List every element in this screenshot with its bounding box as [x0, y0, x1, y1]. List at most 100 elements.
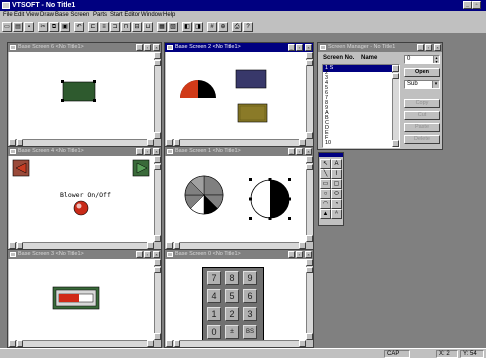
close-icon[interactable]: ×	[153, 44, 160, 51]
pie-chart-object[interactable]	[184, 175, 224, 215]
minimize-icon[interactable]: _	[417, 44, 424, 51]
vertical-scrollbar[interactable]	[154, 52, 161, 139]
rounded-rect-tool-icon[interactable]: ▢	[331, 179, 342, 189]
window-title-bar[interactable]: Base Screen 0 <No Title1> _ ▫ ×	[165, 250, 313, 259]
scroll-thumb[interactable]	[174, 340, 180, 347]
vertical-scrollbar[interactable]	[154, 259, 161, 340]
window-title-bar[interactable]: Base Screen 2 <No Title1> _ ▫ ×	[165, 43, 313, 52]
scroll-right-icon[interactable]	[147, 139, 154, 146]
scroll-right-icon[interactable]	[299, 340, 306, 347]
scroll-left-icon[interactable]	[9, 139, 16, 146]
scroll-right-icon[interactable]	[299, 242, 306, 249]
window-icon[interactable]	[167, 149, 173, 154]
screen-manager-window[interactable]: Screen Manager - No Title1 _ ▫ × Screen …	[317, 42, 443, 150]
grid-icon[interactable]: #	[207, 22, 217, 32]
scroll-down-icon[interactable]	[392, 140, 399, 147]
screen-list[interactable]: 1 S 2 3 4 5 6 7 8 9 A B C D E F 10	[322, 64, 400, 148]
screen-canvas[interactable]	[166, 52, 306, 139]
horizontal-scrollbar[interactable]	[166, 139, 306, 146]
zoom-icon[interactable]: ⊕	[218, 22, 228, 32]
keypad-key-9[interactable]: 9	[243, 271, 257, 285]
half-gauge-object[interactable]	[249, 178, 291, 220]
scroll-thumb[interactable]	[154, 60, 161, 66]
menu-edit[interactable]: Edit	[14, 12, 24, 19]
copy-icon[interactable]: ⧉	[49, 22, 59, 32]
window-title-bar[interactable]: Base Screen 4 <No Title1> _ ▫ ×	[8, 147, 161, 156]
scroll-up-icon[interactable]	[154, 52, 161, 59]
screen-canvas[interactable]	[9, 156, 154, 242]
horizontal-scrollbar[interactable]	[9, 340, 154, 347]
menu-base-screen[interactable]: Base Screen	[55, 12, 89, 19]
scroll-up-icon[interactable]	[306, 156, 313, 163]
scroll-down-icon[interactable]	[154, 132, 161, 139]
maximize-icon[interactable]: ▫	[296, 251, 303, 258]
paste-button[interactable]: Paste	[404, 123, 440, 132]
bar-graph-object[interactable]	[52, 286, 100, 310]
scroll-down-icon[interactable]	[306, 235, 313, 242]
vertical-scrollbar[interactable]	[306, 52, 313, 139]
scroll-thumb[interactable]	[306, 60, 313, 66]
keypad-key-sign[interactable]: ±	[225, 325, 239, 339]
keypad-key-2[interactable]: 2	[225, 307, 239, 321]
minimize-icon[interactable]: _	[288, 251, 295, 258]
align-middle-icon[interactable]: ⊟	[132, 22, 142, 32]
keypad-key-7[interactable]: 7	[207, 271, 221, 285]
scroll-thumb[interactable]	[306, 267, 313, 273]
scroll-left-icon[interactable]	[9, 242, 16, 249]
scroll-thumb[interactable]	[17, 340, 23, 347]
arc-tool-icon[interactable]: ◠	[320, 199, 331, 209]
keypad-key-4[interactable]: 4	[207, 289, 221, 303]
scroll-up-icon[interactable]	[154, 259, 161, 266]
scroll-thumb[interactable]	[17, 242, 23, 249]
close-icon[interactable]: ×	[434, 44, 441, 51]
pointer-tool-icon[interactable]: ↖	[320, 159, 331, 169]
horizontal-scrollbar[interactable]	[166, 340, 306, 347]
scroll-down-icon[interactable]	[154, 333, 161, 340]
list-scrollbar[interactable]	[392, 65, 399, 147]
scroll-down-icon[interactable]	[306, 132, 313, 139]
scroll-right-icon[interactable]	[147, 242, 154, 249]
palette-title-bar[interactable]	[319, 153, 343, 157]
window-icon[interactable]	[10, 252, 16, 257]
back-icon[interactable]: ◨	[193, 22, 203, 32]
screen-number-spinner[interactable]: 0 ▴ ▾	[404, 55, 440, 64]
group-icon[interactable]: ▦	[157, 22, 167, 32]
window-base-screen-6[interactable]: Base Screen 6 <No Title1> _ ▫ ×	[7, 42, 162, 147]
cut-button[interactable]: Cut	[404, 111, 440, 120]
numeric-keypad-object[interactable]: 7 8 9 4 5 6 1 2 3 0 ± BS	[202, 267, 264, 341]
align-bottom-icon[interactable]: ⊔	[143, 22, 153, 32]
screen-canvas[interactable]	[166, 156, 306, 242]
paste-icon[interactable]: ▣	[60, 22, 70, 32]
scroll-up-icon[interactable]	[392, 65, 399, 72]
scroll-thumb[interactable]	[154, 164, 161, 170]
window-base-screen-3[interactable]: Base Screen 3 <No Title1> _ ▫ ×	[7, 249, 162, 348]
menu-window[interactable]: Window	[141, 12, 162, 19]
scroll-thumb[interactable]	[392, 73, 399, 79]
scroll-left-icon[interactable]	[166, 139, 173, 146]
keypad-key-6[interactable]: 6	[243, 289, 257, 303]
maximize-icon[interactable]: ▫	[425, 44, 432, 51]
align-left-icon[interactable]: ⊏	[88, 22, 98, 32]
scroll-up-icon[interactable]	[154, 156, 161, 163]
menu-file[interactable]: File	[3, 12, 13, 19]
keypad-key-backspace[interactable]: BS	[243, 325, 257, 339]
rectangle-tool-icon[interactable]: ▭	[320, 179, 331, 189]
cut-icon[interactable]: ✂	[38, 22, 48, 32]
text-tool-icon[interactable]: A	[331, 159, 342, 169]
close-icon[interactable]: ×	[153, 251, 160, 258]
keypad-key-8[interactable]: 8	[225, 271, 239, 285]
vertical-scrollbar[interactable]	[306, 259, 313, 340]
screen-type-dropdown[interactable]: Sub ▾	[404, 80, 440, 89]
keypad-key-1[interactable]: 1	[207, 307, 221, 321]
print-icon[interactable]: ⎙	[232, 22, 242, 32]
scroll-up-icon[interactable]	[306, 259, 313, 266]
window-title-bar[interactable]: Screen Manager - No Title1 _ ▫ ×	[318, 43, 442, 52]
close-icon[interactable]: ×	[305, 44, 312, 51]
list-item[interactable]: 10	[325, 140, 331, 147]
scroll-thumb[interactable]	[17, 139, 23, 146]
keypad-key-0[interactable]: 0	[207, 325, 221, 339]
window-icon[interactable]	[10, 45, 16, 50]
olive-rectangle-object[interactable]	[237, 103, 268, 123]
scroll-thumb[interactable]	[174, 242, 180, 249]
minimize-icon[interactable]: _	[136, 251, 143, 258]
